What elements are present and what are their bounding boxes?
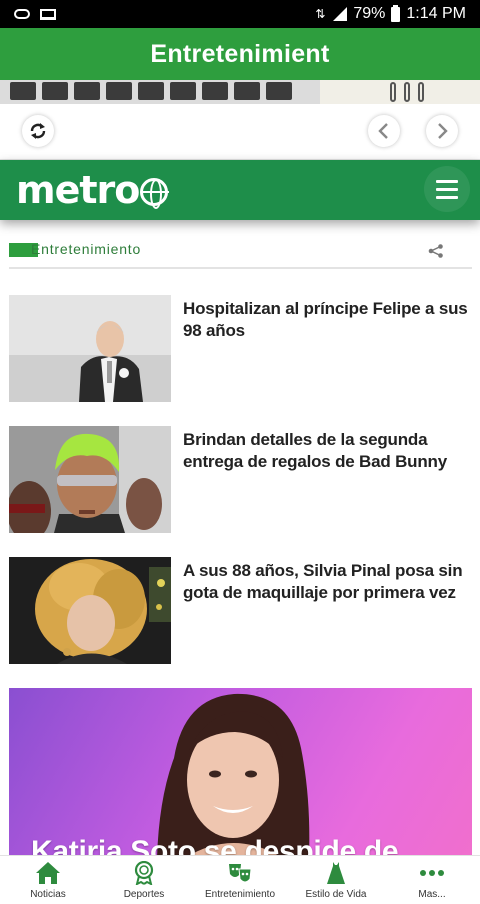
back-button[interactable] (368, 115, 400, 147)
section-header: Entretenimiento (9, 240, 472, 269)
laptop-icon (40, 8, 56, 20)
browser-nav-row (0, 104, 480, 160)
data-transfer-icon: ⇅ (315, 7, 326, 21)
nav-item-noticias[interactable]: Noticias (0, 856, 96, 904)
article-headline[interactable]: A sus 88 años, Silvia Pinal posa sin got… (183, 560, 469, 604)
metro-logo[interactable]: metro (16, 168, 170, 212)
nav-label: Deportes (123, 889, 165, 900)
banner-image[interactable] (0, 80, 480, 104)
dress-icon (327, 862, 345, 884)
theater-masks-icon (229, 864, 252, 883)
metro-logo-text: metro (16, 168, 140, 212)
clock: 1:14 PM (406, 5, 466, 22)
article-item[interactable]: Hospitalizan al príncipe Felipe a sus 98… (9, 295, 472, 403)
chevron-left-icon (378, 123, 388, 139)
signal-icon (331, 7, 348, 21)
article-thumbnail[interactable] (9, 557, 171, 664)
article-thumbnail[interactable] (9, 295, 171, 402)
battery-icon (391, 4, 401, 22)
app-bar: Entretenimient (0, 28, 480, 80)
bottom-navigation: Noticias Deportes Entretenimiento Estilo… (0, 855, 480, 904)
nav-item-deportes[interactable]: Deportes (96, 856, 192, 904)
featured-article[interactable]: Katiria Soto se despide de (9, 688, 472, 858)
app-title: Entretenimient (150, 39, 330, 68)
section-title: Entretenimiento (31, 241, 142, 257)
share-icon[interactable] (428, 244, 444, 258)
refresh-icon (30, 123, 46, 139)
globe-icon (140, 178, 170, 209)
menu-line (436, 195, 458, 199)
refresh-button[interactable] (22, 115, 54, 147)
battery-percentage: 79% (353, 5, 386, 22)
status-bar: ⇅ 79% 1:14 PM (0, 0, 480, 28)
featured-image (157, 693, 310, 858)
nav-item-estilo-de-vida[interactable]: Estilo de Vida (288, 856, 384, 904)
hamburger-menu-button[interactable] (424, 166, 470, 212)
article-headline[interactable]: Brindan detalles de la segunda entrega d… (183, 429, 469, 473)
nav-label: Mas... (418, 889, 446, 900)
article-thumbnail[interactable] (9, 426, 171, 533)
chevron-right-icon (438, 123, 448, 139)
nav-label: Entretenimiento (204, 889, 276, 900)
article-headline[interactable]: Hospitalizan al príncipe Felipe a sus 98… (183, 298, 469, 342)
menu-line (436, 187, 458, 191)
more-dots-icon (420, 870, 444, 876)
nav-item-mas[interactable]: Mas... (384, 856, 480, 904)
voicemail-icon (14, 9, 30, 19)
nav-item-entretenimiento[interactable]: Entretenimiento (192, 856, 288, 904)
home-icon (36, 862, 60, 884)
metro-header: metro (0, 160, 480, 220)
medal-icon (134, 861, 154, 885)
nav-label: Estilo de Vida (305, 889, 367, 900)
article-item[interactable]: Brindan detalles de la segunda entrega d… (9, 426, 472, 534)
nav-label: Noticias (30, 889, 66, 900)
menu-line (436, 179, 458, 183)
forward-button[interactable] (426, 115, 458, 147)
article-item[interactable]: A sus 88 años, Silvia Pinal posa sin got… (9, 557, 472, 665)
